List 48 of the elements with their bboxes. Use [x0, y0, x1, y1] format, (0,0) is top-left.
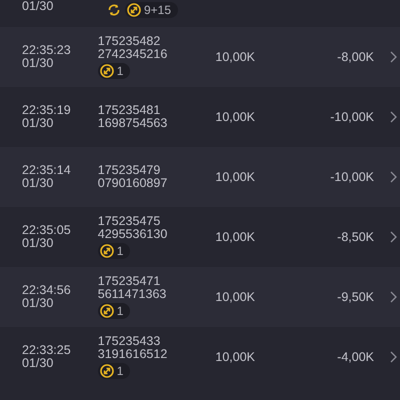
count-badge: 1 — [98, 363, 130, 379]
coin-icon — [100, 244, 114, 258]
coin-icon — [127, 3, 141, 17]
stake-amount: 10,00K — [215, 110, 256, 124]
time-text: 22:35:19 — [22, 104, 72, 117]
count-badge: 1 — [98, 63, 130, 79]
stake-amount: 10,00K — [215, 290, 256, 304]
result-amount: -10,00K — [329, 110, 374, 124]
round-id: 4295536130 — [98, 228, 168, 241]
date-text: 01/30 — [22, 117, 54, 130]
time-text: 22:35:14 — [22, 164, 72, 177]
result-amount: -4,00K — [336, 350, 374, 364]
count-badge: 1 — [98, 303, 130, 319]
time-text: 22:35:05 — [22, 224, 72, 237]
stake-amount: 10,00K — [215, 230, 256, 244]
date-text: 01/30 — [22, 237, 54, 250]
coin-icon — [100, 64, 114, 78]
round-id: 175235482 — [98, 35, 162, 48]
round-id: 175235475 — [98, 215, 162, 228]
round-id: 1698754563 — [98, 117, 168, 130]
result-amount: -9,50K — [336, 290, 374, 304]
round-id: 2742345216 — [98, 48, 168, 61]
result-amount: -10,00K — [329, 170, 374, 184]
count-badge: 1 — [98, 243, 130, 259]
round-id: 175235433 — [98, 335, 162, 348]
round-id: 3191616512 — [98, 348, 168, 361]
time-text: 22:34:56 — [22, 284, 72, 297]
stake-amount: 10,00K — [215, 50, 256, 64]
date-text: 01/30 — [22, 0, 54, 13]
coin-icon — [100, 364, 114, 378]
date-text: 01/30 — [22, 357, 54, 370]
count-badge: 9+15 — [125, 2, 178, 18]
stake-amount: 10,00K — [215, 350, 256, 364]
date-text: 01/30 — [22, 177, 54, 190]
coin-icon — [100, 304, 114, 318]
round-id: 0790160897 — [98, 177, 168, 190]
date-text: 01/30 — [22, 297, 54, 310]
refresh-icon — [107, 3, 121, 17]
result-amount: -8,50K — [336, 230, 374, 244]
result-amount: -8,00K — [336, 50, 374, 64]
stake-amount: 10,00K — [215, 170, 256, 184]
date-text: 01/30 — [22, 57, 54, 70]
time-text: 22:33:25 — [22, 344, 72, 357]
time-text: 22:35:23 — [22, 44, 72, 57]
round-id: 5611471363 — [98, 288, 168, 301]
round-id: 175235479 — [98, 164, 162, 177]
round-id: 175235481 — [98, 104, 162, 117]
round-id: 175235471 — [98, 275, 162, 288]
